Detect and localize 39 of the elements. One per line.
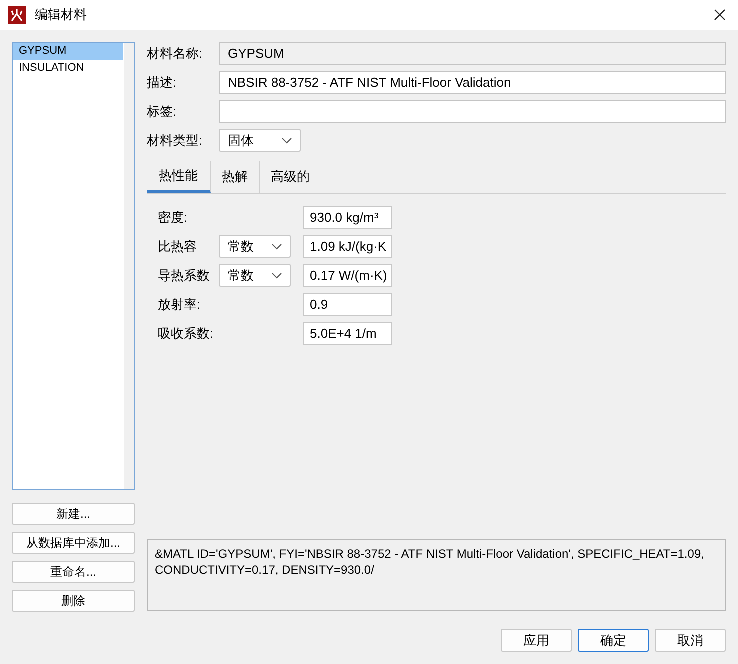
property-value-field[interactable]: 1.09 kJ/(kg·K: [303, 235, 392, 258]
tab[interactable]: 热解: [211, 161, 260, 193]
dialog-button[interactable]: 应用: [501, 629, 572, 652]
mode-dropdown[interactable]: 常数: [219, 264, 291, 287]
field-label: 材料类型:: [147, 132, 204, 150]
fds-output-text: &MATL ID='GYPSUM', FYI='NBSIR 88-3752 - ATF NIST Multi-Floor Validation', SPECIFIC_HEAT=1.09, CONDUCTIVITY=0.17, DENSITY=930.0/: [147, 539, 726, 611]
property-value-field[interactable]: 0.17 W/(m·K): [303, 264, 392, 287]
scrollbar-track[interactable]: [124, 43, 134, 489]
property-value-field[interactable]: 5.0E+4 1/m: [303, 322, 392, 345]
text-field[interactable]: [219, 100, 726, 123]
property-value-field[interactable]: 930.0 kg/m³: [303, 206, 392, 229]
property-value-field[interactable]: 0.9: [303, 293, 392, 316]
dialog-button[interactable]: 确定: [578, 629, 649, 652]
text-field[interactable]: NBSIR 88-3752 - ATF NIST Multi-Floor Validation: [219, 71, 726, 94]
material-list-item[interactable]: INSULATION: [13, 60, 123, 77]
list-action-button[interactable]: 删除: [12, 590, 135, 612]
property-label: 密度:: [158, 208, 189, 226]
material-list-item[interactable]: GYPSUM: [13, 43, 123, 60]
close-icon[interactable]: [714, 9, 726, 21]
tab[interactable]: 热性能: [147, 161, 211, 193]
chevron-down-icon: [272, 244, 282, 250]
chevron-down-icon: [282, 138, 292, 144]
field-label: 标签:: [147, 102, 178, 120]
field-label: 描述:: [147, 74, 178, 92]
list-action-button[interactable]: 新建...: [12, 503, 135, 525]
field-label: 材料名称:: [147, 44, 204, 62]
mode-dropdown[interactable]: 常数: [219, 235, 291, 258]
tab[interactable]: 高级的: [260, 161, 321, 193]
app-logo-icon: [8, 6, 26, 24]
list-action-button[interactable]: 从数据库中添加...: [12, 532, 135, 554]
dialog-button[interactable]: 取消: [655, 629, 726, 652]
material-type-dropdown[interactable]: 固体: [219, 129, 301, 152]
window-title: 编辑材料: [35, 6, 88, 24]
chevron-down-icon: [272, 272, 282, 278]
property-label: 比热容: [158, 238, 198, 256]
property-label: 吸收系数:: [158, 324, 215, 342]
property-label: 导热系数: [158, 266, 211, 284]
list-action-button[interactable]: 重命名...: [12, 561, 135, 583]
property-label: 放射率:: [158, 296, 202, 314]
